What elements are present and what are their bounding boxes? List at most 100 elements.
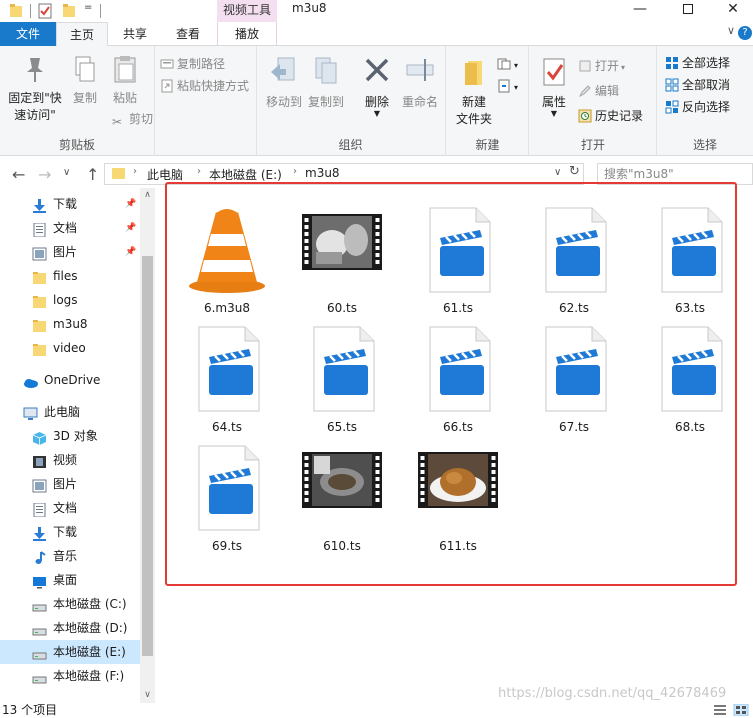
copy-path-button[interactable]: 复制路径 xyxy=(160,55,225,73)
nav-item-this-pc[interactable]: 此电脑 xyxy=(0,400,140,424)
delete-dropdown-icon[interactable]: ▼ xyxy=(356,110,398,118)
open-group: 属性 ▼ 打开 ▾ 编辑 历史记录 打开 xyxy=(530,46,657,156)
nav-item-pc-3[interactable]: 文档 xyxy=(0,496,140,520)
nav-item-pc-10[interactable]: 本地磁盘 (F:) xyxy=(0,664,140,688)
address-dropdown-icon[interactable]: ∨ xyxy=(554,167,561,178)
title-bar: = 视频工具 m3u8 — ✕ xyxy=(0,0,753,22)
move-to-button[interactable]: 移动到 xyxy=(264,54,304,110)
nav-item-pc-1[interactable]: 视频 xyxy=(0,448,140,472)
tab-share[interactable]: 共享 xyxy=(108,22,162,46)
paste-button[interactable]: 粘贴 xyxy=(106,54,144,106)
nav-item-pc-2[interactable]: 图片 xyxy=(0,472,140,496)
cut-button[interactable]: ✂ 剪切 xyxy=(112,110,153,129)
edit-button[interactable]: 编辑 xyxy=(578,82,619,100)
recent-locations-button[interactable]: ∨ xyxy=(63,167,70,178)
file-item[interactable]: 67.ts xyxy=(524,323,624,438)
invert-selection-button[interactable]: 反向选择 xyxy=(665,98,730,116)
pin-quick-access-button[interactable]: 固定到"快速访问" xyxy=(4,54,66,124)
back-button[interactable]: ← xyxy=(12,165,25,184)
delete-button[interactable]: 删除 ▼ xyxy=(356,54,398,118)
file-item[interactable]: 62.ts xyxy=(524,204,624,319)
properties-dropdown-icon[interactable]: ▼ xyxy=(536,110,572,118)
new-folder-icon[interactable] xyxy=(63,3,75,19)
customize-quick-access-button[interactable]: = xyxy=(84,2,92,13)
up-button[interactable]: ↑ xyxy=(86,165,99,184)
nav-item-pc-7[interactable]: 本地磁盘 (C:) xyxy=(0,592,140,616)
nav-item-quick-2[interactable]: 图片 📌 xyxy=(0,240,140,264)
refresh-icon[interactable]: ↻ xyxy=(569,164,580,179)
nav-item-pc-4[interactable]: 下载 xyxy=(0,520,140,544)
nav-item-onedrive[interactable]: OneDrive xyxy=(0,368,140,392)
copy-label: 复制 xyxy=(72,91,97,105)
nav-item-quick-1[interactable]: 文档 📌 xyxy=(0,216,140,240)
select-none-button[interactable]: 全部取消 xyxy=(665,76,730,94)
properties-icon[interactable] xyxy=(38,3,52,19)
easy-access-button[interactable]: ▾ xyxy=(497,77,518,95)
clipboard-group-label: 剪贴板 xyxy=(58,138,95,152)
folder-icon[interactable] xyxy=(10,3,22,19)
nav-item-label: video xyxy=(53,341,86,355)
tab-play[interactable]: 播放 xyxy=(217,22,277,46)
chevron-right-icon[interactable]: › xyxy=(293,166,297,177)
nav-item-quick-6[interactable]: video xyxy=(0,336,140,360)
nav-scrollbar[interactable]: ∧ ∨ xyxy=(140,188,155,703)
breadcrumb-this-pc[interactable]: 此电脑 xyxy=(147,166,183,183)
file-item[interactable]: 61.ts xyxy=(408,204,508,319)
nav-item-quick-3[interactable]: files xyxy=(0,264,140,288)
nav-item-quick-4[interactable]: logs xyxy=(0,288,140,312)
open-button[interactable]: 打开 ▾ xyxy=(578,57,625,75)
tab-file[interactable]: 文件 xyxy=(0,22,56,46)
new-folder-button[interactable]: 新建 文件夹 xyxy=(449,54,499,128)
file-item[interactable]: 64.ts xyxy=(177,323,277,438)
clapperboard-icon xyxy=(650,323,730,413)
file-item[interactable]: 66.ts xyxy=(408,323,508,438)
copy-button[interactable]: 复制 xyxy=(66,54,104,106)
ribbon-expand-icon[interactable]: ∨ xyxy=(727,24,735,37)
nav-item-pc-6[interactable]: 桌面 xyxy=(0,568,140,592)
minimize-button[interactable]: — xyxy=(617,0,663,22)
scroll-down-icon[interactable]: ∨ xyxy=(140,688,155,703)
file-item[interactable]: 65.ts xyxy=(292,323,392,438)
chevron-right-icon[interactable]: › xyxy=(197,166,201,177)
tab-home[interactable]: 主页 xyxy=(56,22,108,47)
scroll-thumb[interactable] xyxy=(142,256,153,656)
nav-item-pc-9[interactable]: 本地磁盘 (E:) xyxy=(0,640,140,664)
chevron-down-icon: ▾ xyxy=(514,61,519,70)
nav-item-quick-0[interactable]: 下载 📌 xyxy=(0,192,140,216)
new-folder-label: 新建 文件夹 xyxy=(455,95,492,126)
forward-button[interactable]: → xyxy=(38,165,51,184)
view-toggle-buttons[interactable] xyxy=(712,704,752,716)
select-all-button[interactable]: 全部选择 xyxy=(665,54,730,72)
paste-shortcut-icon xyxy=(161,79,173,93)
close-button[interactable]: ✕ xyxy=(710,0,753,22)
paste-shortcut-button[interactable]: 粘贴快捷方式 xyxy=(160,77,249,95)
history-button[interactable]: 历史记录 xyxy=(578,107,643,125)
maximize-button[interactable] xyxy=(665,0,711,22)
nav-item-quick-5[interactable]: m3u8 xyxy=(0,312,140,336)
nav-item-label: 下载 xyxy=(53,525,78,539)
help-icon[interactable]: ? xyxy=(738,26,752,40)
file-item[interactable]: 68.ts xyxy=(640,323,740,438)
tab-view[interactable]: 查看 xyxy=(162,22,214,46)
nav-item-pc-8[interactable]: 本地磁盘 (D:) xyxy=(0,616,140,640)
download-icon xyxy=(32,525,47,541)
nav-item-label: 此电脑 xyxy=(44,405,81,419)
select-none-icon xyxy=(665,78,679,92)
rename-button[interactable]: 重命名 xyxy=(398,54,442,110)
file-item[interactable]: 60.ts xyxy=(292,204,392,319)
properties-button[interactable]: 属性 ▼ xyxy=(536,54,572,118)
breadcrumb-drive-e[interactable]: 本地磁盘 (E:) xyxy=(209,166,282,183)
file-item[interactable]: 69.ts xyxy=(177,442,277,557)
nav-item-pc-0[interactable]: 3D 对象 xyxy=(0,424,140,448)
scroll-up-icon[interactable]: ∧ xyxy=(140,188,155,203)
file-item[interactable]: 611.ts xyxy=(408,442,508,557)
file-item[interactable]: 63.ts xyxy=(640,204,740,319)
new-item-button[interactable]: ▾ xyxy=(497,55,518,73)
file-item[interactable]: 610.ts xyxy=(292,442,392,557)
breadcrumb-m3u8[interactable]: m3u8 xyxy=(305,166,340,180)
file-item[interactable]: 6.m3u8 xyxy=(177,204,277,319)
clapperboard-icon xyxy=(418,204,498,294)
copy-to-button[interactable]: 复制到 xyxy=(306,54,346,110)
nav-item-pc-5[interactable]: 音乐 xyxy=(0,544,140,568)
file-name: 64.ts xyxy=(211,420,243,434)
